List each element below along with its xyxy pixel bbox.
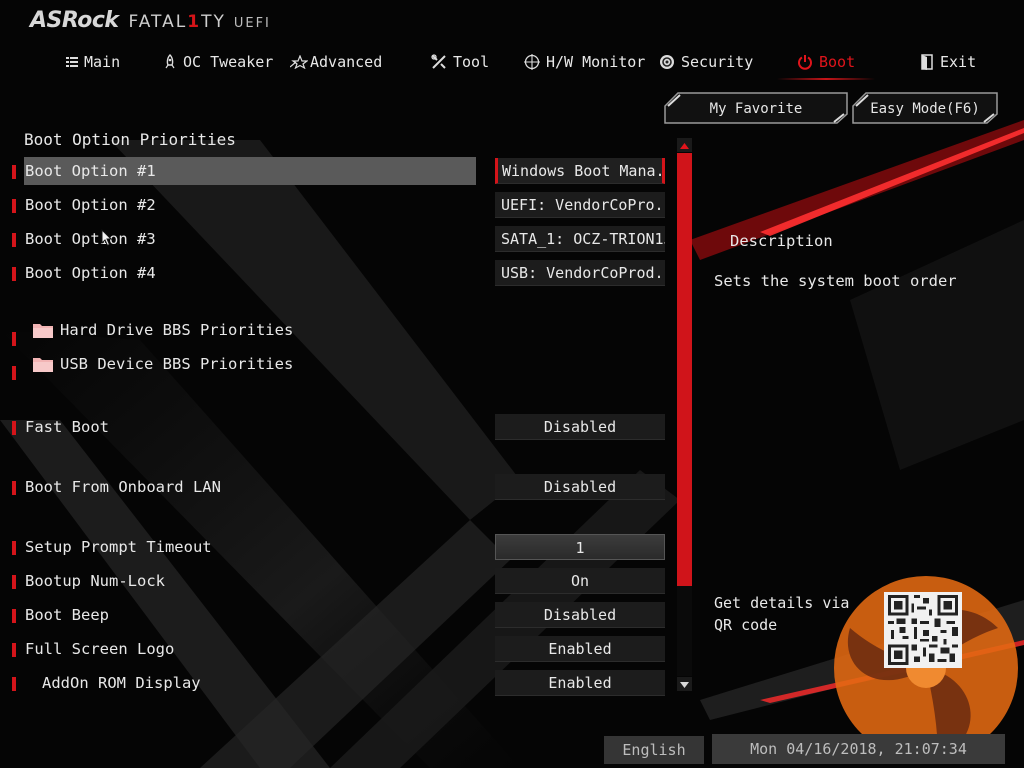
shield-icon <box>659 54 675 70</box>
setting-row-boot-beep[interactable]: Boot Beep Disabled <box>0 601 680 629</box>
setting-value-select[interactable]: Disabled <box>495 474 665 500</box>
setting-row-hard-drive-bbs[interactable]: Hard Drive BBS Priorities <box>0 316 680 346</box>
setting-value-select[interactable]: SATA_1: OCZ-TRION150 <box>495 226 665 252</box>
uefi-logo-text: UEFI <box>233 16 271 31</box>
setting-label: Boot Beep <box>25 606 109 624</box>
setting-label: Bootup Num-Lock <box>25 572 165 590</box>
setting-row-setup-prompt-timeout[interactable]: Setup Prompt Timeout 1 <box>0 533 680 561</box>
setting-value-select[interactable]: Enabled <box>495 636 665 662</box>
setting-row-bootup-num-lock[interactable]: Bootup Num-Lock On <box>0 567 680 595</box>
tab-label: Boot <box>819 53 856 71</box>
main-nav: Main OC Tweaker Advanced Tool H/W Monito… <box>0 48 1024 80</box>
setting-row-addon-rom-display[interactable]: AddOn ROM Display Enabled <box>0 669 680 697</box>
setting-label: Boot Option #3 <box>25 230 156 248</box>
tab-exit[interactable]: Exit <box>920 48 976 76</box>
list-icon <box>66 56 78 68</box>
setting-value-select[interactable]: Enabled <box>495 670 665 696</box>
scroll-down-arrow-icon[interactable] <box>677 677 692 691</box>
setting-row-usb-device-bbs[interactable]: USB Device BBS Priorities <box>0 350 680 380</box>
setting-value-input[interactable]: 1 <box>495 534 665 560</box>
setting-label: USB Device BBS Priorities <box>60 355 294 373</box>
tab-label: Exit <box>940 53 977 71</box>
fatality-logo-text: FATAL1TY <box>128 12 226 32</box>
row-marker <box>12 421 16 435</box>
qr-code-icon <box>884 592 962 668</box>
setting-label: Boot Option #2 <box>25 196 156 214</box>
star-icon <box>290 55 308 69</box>
row-marker <box>12 267 16 281</box>
row-marker <box>12 199 16 213</box>
setting-value-select[interactable]: On <box>495 568 665 594</box>
tab-label: Advanced <box>310 53 383 71</box>
tab-security[interactable]: Security <box>659 48 753 76</box>
my-favorite-label: My Favorite <box>709 101 803 117</box>
power-icon <box>797 54 813 70</box>
setting-row-full-screen-logo[interactable]: Full Screen Logo Enabled <box>0 635 680 663</box>
tab-boot[interactable]: Boot <box>776 48 876 80</box>
setting-label: Setup Prompt Timeout <box>25 538 212 556</box>
tab-label: Security <box>681 53 754 71</box>
setting-label: Full Screen Logo <box>25 640 175 658</box>
row-marker <box>12 677 16 691</box>
setting-label: AddOn ROM Display <box>42 674 201 692</box>
row-marker <box>12 575 16 589</box>
setting-row-boot-option-4[interactable]: Boot Option #4 USB: VendorCoProd... <box>0 259 680 287</box>
section-title: Boot Option Priorities <box>24 130 236 149</box>
easy-mode-button[interactable]: Easy Mode(F6) <box>852 92 998 124</box>
setting-row-boot-option-1[interactable]: Boot Option #1 Windows Boot Mana... <box>0 157 680 185</box>
setting-row-boot-option-2[interactable]: Boot Option #2 UEFI: VendorCoPro... <box>0 191 680 219</box>
language-button[interactable]: English <box>604 736 704 764</box>
description-text: Sets the system boot order <box>714 272 957 290</box>
tab-main[interactable]: Main <box>66 48 120 76</box>
tab-label: Main <box>84 53 121 71</box>
row-marker <box>12 332 16 346</box>
setting-value-select[interactable]: Disabled <box>495 414 665 440</box>
qr-details-text: Get details via QR code <box>714 594 850 634</box>
setting-value-select[interactable]: UEFI: VendorCoPro... <box>495 192 665 218</box>
tab-tool[interactable]: Tool <box>431 48 489 76</box>
setting-label: Boot Option #4 <box>25 264 156 282</box>
asrock-logo-text: ASRock <box>30 8 119 33</box>
setting-row-boot-from-onboard-lan[interactable]: Boot From Onboard LAN Disabled <box>0 473 680 501</box>
row-marker <box>12 233 16 247</box>
setting-value-select[interactable]: Disabled <box>495 602 665 628</box>
mouse-pointer-icon <box>101 229 113 247</box>
exit-door-icon <box>920 54 934 70</box>
tab-label: Tool <box>453 53 490 71</box>
row-marker <box>12 609 16 623</box>
datetime-display: Mon 04/16/2018, 21:07:34 <box>712 734 1005 764</box>
row-marker <box>12 366 16 380</box>
scrollbar-thumb[interactable] <box>677 153 692 586</box>
crosshair-icon <box>524 54 540 70</box>
row-marker <box>12 643 16 657</box>
tab-advanced[interactable]: Advanced <box>290 48 382 76</box>
row-marker <box>12 541 16 555</box>
setting-label: Boot From Onboard LAN <box>25 478 221 496</box>
row-marker <box>12 481 16 495</box>
tools-icon <box>431 54 447 70</box>
description-title: Description <box>730 232 833 250</box>
easy-mode-label: Easy Mode(F6) <box>870 101 980 117</box>
rocket-icon <box>163 54 177 70</box>
tab-hw-monitor[interactable]: H/W Monitor <box>524 48 645 76</box>
my-favorite-button[interactable]: My Favorite <box>664 92 848 124</box>
tab-label: OC Tweaker <box>183 53 274 71</box>
folder-icon <box>33 358 53 372</box>
setting-row-fast-boot[interactable]: Fast Boot Disabled <box>0 413 680 441</box>
setting-label: Boot Option #1 <box>25 162 156 180</box>
folder-icon <box>33 324 53 338</box>
tab-label: H/W Monitor <box>546 53 646 71</box>
tab-oc-tweaker[interactable]: OC Tweaker <box>163 48 273 76</box>
row-marker <box>12 165 16 179</box>
setting-label: Hard Drive BBS Priorities <box>60 321 294 339</box>
setting-label: Fast Boot <box>25 418 109 436</box>
scroll-up-arrow-icon[interactable] <box>677 138 692 152</box>
setting-value-select[interactable]: Windows Boot Mana... <box>495 158 665 184</box>
asrock-fatality-logo: ASRock FATAL1TY UEFI <box>30 8 271 38</box>
setting-value-select[interactable]: USB: VendorCoProd... <box>495 260 665 286</box>
